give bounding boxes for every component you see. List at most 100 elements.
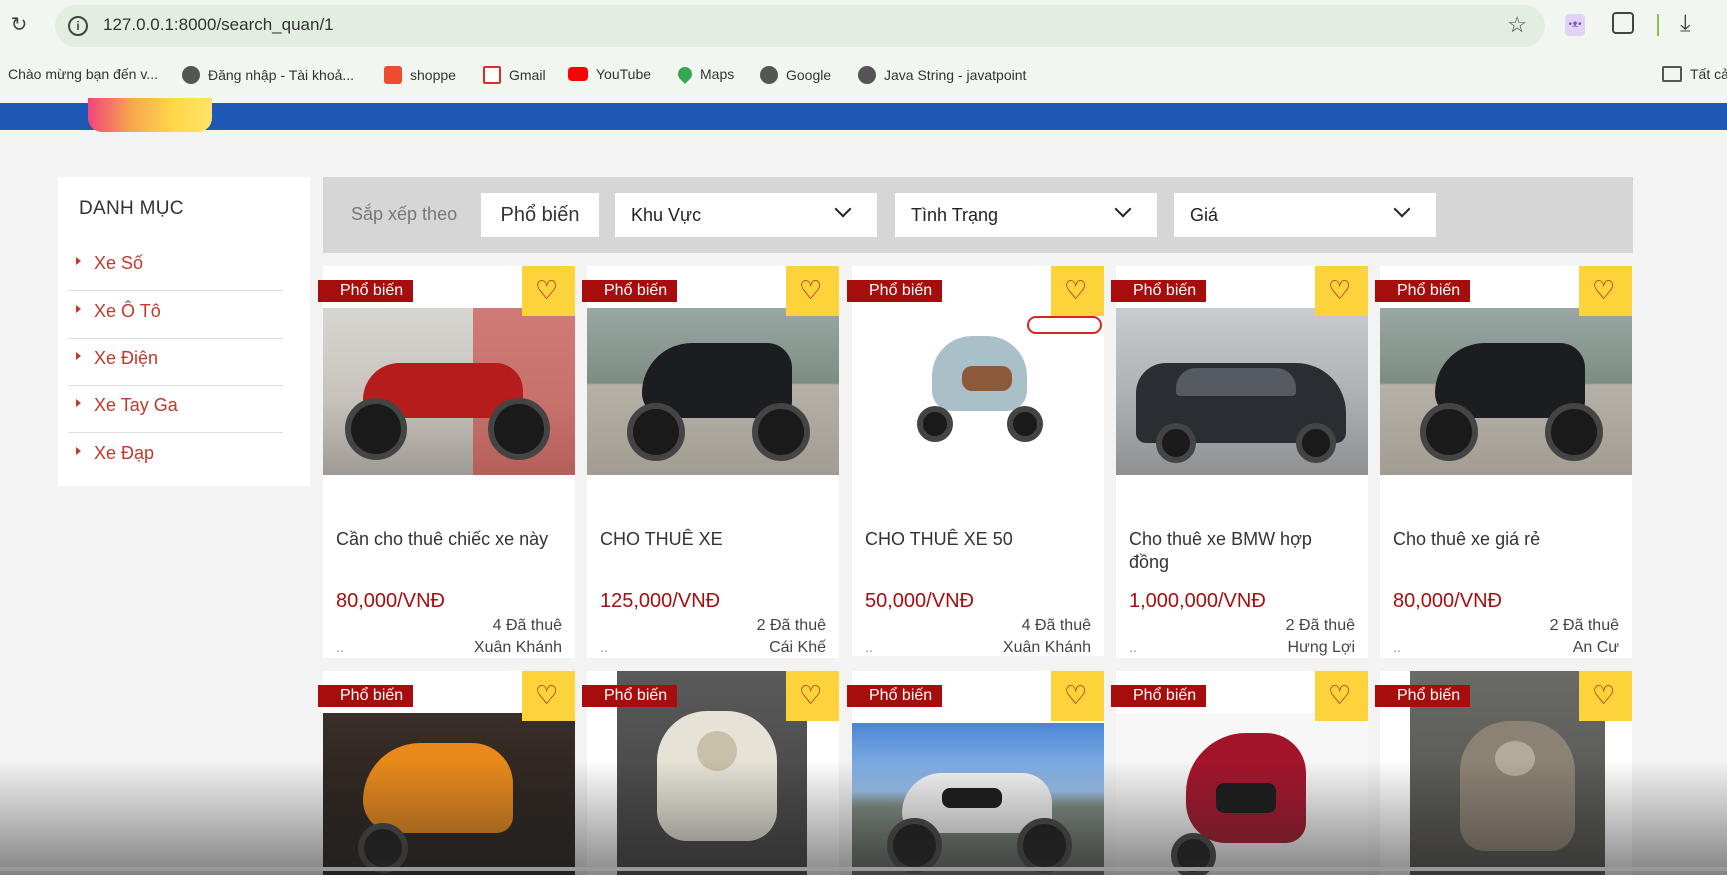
favorite-button[interactable]: ♡: [1051, 266, 1104, 316]
bookmark-item[interactable]: YouTube: [568, 66, 651, 82]
product-image[interactable]: [1116, 308, 1368, 475]
status-select[interactable]: Tình Trạng: [895, 193, 1157, 237]
favorite-button[interactable]: ♡: [1315, 671, 1368, 721]
favorite-button[interactable]: ♡: [786, 266, 839, 316]
product-card[interactable]: ♡ Phổ biến: [1111, 671, 1368, 875]
extension-icon[interactable]: •ᴥ•: [1565, 14, 1585, 36]
product-card[interactable]: ♡ Phổ biến CHO THUÊ XE 125,000/VNĐ 2 Đã …: [582, 266, 839, 658]
product-price: 80,000/VNĐ: [1393, 590, 1502, 612]
product-title[interactable]: CHO THUÊ XE: [600, 528, 825, 551]
bottom-scroll-line: [0, 867, 1727, 871]
status-select-value: Tình Trạng: [911, 205, 999, 225]
bookmark-item[interactable]: Java String - javatpoint: [858, 66, 1026, 84]
toolbar-divider: [1657, 14, 1659, 36]
extensions-puzzle-icon[interactable]: [1612, 12, 1634, 34]
popular-badge: Phổ biến: [1111, 685, 1207, 707]
area-select[interactable]: Khu Vực: [615, 193, 877, 237]
bookmark-item[interactable]: Chào mừng bạn đến v...: [8, 66, 158, 82]
product-image[interactable]: [852, 723, 1104, 875]
maps-pin-icon: [675, 64, 695, 84]
product-card[interactable]: ♡ Phổ biến: [318, 671, 575, 875]
product-card[interactable]: ♡ Phổ biến Cho thuê xe giá rẻ 80,000/VNĐ…: [1375, 266, 1632, 658]
category-item[interactable]: Xe Tay Ga: [68, 386, 283, 433]
price-select[interactable]: Giá: [1174, 193, 1436, 237]
bookmark-label: Maps: [700, 66, 735, 82]
bookmark-label: Chào mừng bạn đến v...: [8, 66, 158, 82]
area-select-value: Khu Vực: [631, 205, 702, 225]
browser-chrome: ↻ i 127.0.0.1:8000/search_quan/1 ☆ •ᴥ• ⤓…: [0, 0, 1727, 103]
bookmark-item[interactable]: Đăng nhập - Tài khoả...: [182, 66, 354, 84]
favorite-button[interactable]: ♡: [1579, 671, 1632, 721]
caret-right-icon: [76, 447, 81, 455]
product-image[interactable]: [323, 713, 575, 875]
product-image[interactable]: [1116, 713, 1368, 875]
product-price: 1,000,000/VNĐ: [1129, 590, 1266, 612]
bookmark-label: shoppe: [410, 67, 456, 83]
product-card[interactable]: ♡ Phổ biến: [1375, 671, 1632, 875]
product-card[interactable]: ♡ Phổ biến: [582, 671, 839, 875]
product-area: Xuân Khánh: [1002, 639, 1091, 656]
globe-icon: [858, 66, 876, 84]
globe-icon: [182, 66, 200, 84]
site-logo[interactable]: [88, 98, 212, 132]
bookmark-label: YouTube: [596, 66, 652, 82]
product-card[interactable]: ♡ Phổ biến: [847, 671, 1104, 875]
favorite-button[interactable]: ♡: [1315, 266, 1368, 316]
category-label: Xe Tay Ga: [94, 395, 178, 415]
bookmark-item[interactable]: shoppe: [384, 66, 456, 84]
category-item[interactable]: Xe Đạp: [68, 434, 283, 481]
product-title[interactable]: Cho thuê xe giá rẻ: [1393, 528, 1618, 551]
sidebar-title: DANH MỤC: [79, 198, 184, 219]
reload-icon[interactable]: ↻: [8, 14, 30, 36]
popular-badge: Phổ biến: [582, 685, 678, 707]
category-item[interactable]: Xe Điện: [68, 339, 283, 386]
heart-icon: ♡: [535, 275, 559, 305]
category-label: Xe Điện: [94, 348, 159, 368]
heart-icon: ♡: [799, 275, 823, 305]
product-image[interactable]: [1380, 308, 1632, 475]
product-title[interactable]: CHO THUÊ XE 50: [865, 528, 1090, 551]
heart-icon: ♡: [799, 680, 823, 710]
rented-count: 2 Đã thuê: [1285, 617, 1355, 634]
category-item[interactable]: Xe Ô Tô: [68, 292, 283, 339]
product-card[interactable]: ♡ Phổ biến Cho thuê xe BMW hợp đồng 1,00…: [1111, 266, 1368, 658]
shopee-icon: [384, 66, 402, 84]
bookmark-item[interactable]: Maps: [675, 64, 735, 84]
all-bookmarks-item[interactable]: Tất cả: [1662, 66, 1727, 82]
favorite-button[interactable]: ♡: [1579, 266, 1632, 316]
rented-count: 4 Đã thuê: [492, 617, 562, 634]
product-image[interactable]: [323, 308, 575, 475]
rented-count: 4 Đã thuê: [1021, 617, 1091, 634]
popular-badge: Phổ biến: [318, 685, 414, 707]
bookmark-item[interactable]: Gmail: [483, 66, 546, 84]
favorite-button[interactable]: ♡: [1051, 671, 1104, 721]
site-header: [0, 103, 1727, 130]
category-item[interactable]: Xe Số: [68, 244, 283, 291]
favorite-button[interactable]: ♡: [522, 266, 575, 316]
bookmark-label: Google: [786, 67, 832, 83]
popular-badge: Phổ biến: [1375, 280, 1471, 302]
product-image[interactable]: [852, 296, 1104, 463]
product-price: 50,000/VNĐ: [865, 590, 974, 612]
heart-icon: ♡: [1592, 275, 1616, 305]
product-card[interactable]: ♡ Phổ biến Cần cho thuê chiếc xe này 80,…: [318, 266, 575, 658]
address-bar[interactable]: i 127.0.0.1:8000/search_quan/1 ☆: [55, 5, 1545, 47]
product-area: Cái Khế: [769, 639, 826, 656]
heart-icon: ♡: [1064, 275, 1088, 305]
bookmark-star-icon[interactable]: ☆: [1507, 12, 1527, 38]
product-dots: ..: [1129, 639, 1137, 655]
download-icon[interactable]: ⤓: [1680, 10, 1691, 38]
product-image[interactable]: [587, 308, 839, 475]
product-title[interactable]: Cho thuê xe BMW hợp đồng: [1129, 528, 1354, 574]
url-text[interactable]: 127.0.0.1:8000/search_quan/1: [103, 15, 334, 35]
product-card[interactable]: ♡ Phổ biến CHO THUÊ XE 50 50,000/VNĐ 4 Đ…: [847, 266, 1104, 656]
gmail-icon: [483, 66, 501, 84]
bookmark-item[interactable]: Google: [760, 66, 831, 84]
favorite-button[interactable]: ♡: [522, 671, 575, 721]
sort-popular-button[interactable]: Phổ biến: [481, 193, 599, 237]
product-title[interactable]: Cần cho thuê chiếc xe này: [336, 528, 561, 551]
product-area: Xuân Khánh: [473, 639, 562, 656]
favorite-button[interactable]: ♡: [786, 671, 839, 721]
heart-icon: ♡: [1328, 275, 1352, 305]
site-info-icon[interactable]: i: [68, 16, 88, 36]
